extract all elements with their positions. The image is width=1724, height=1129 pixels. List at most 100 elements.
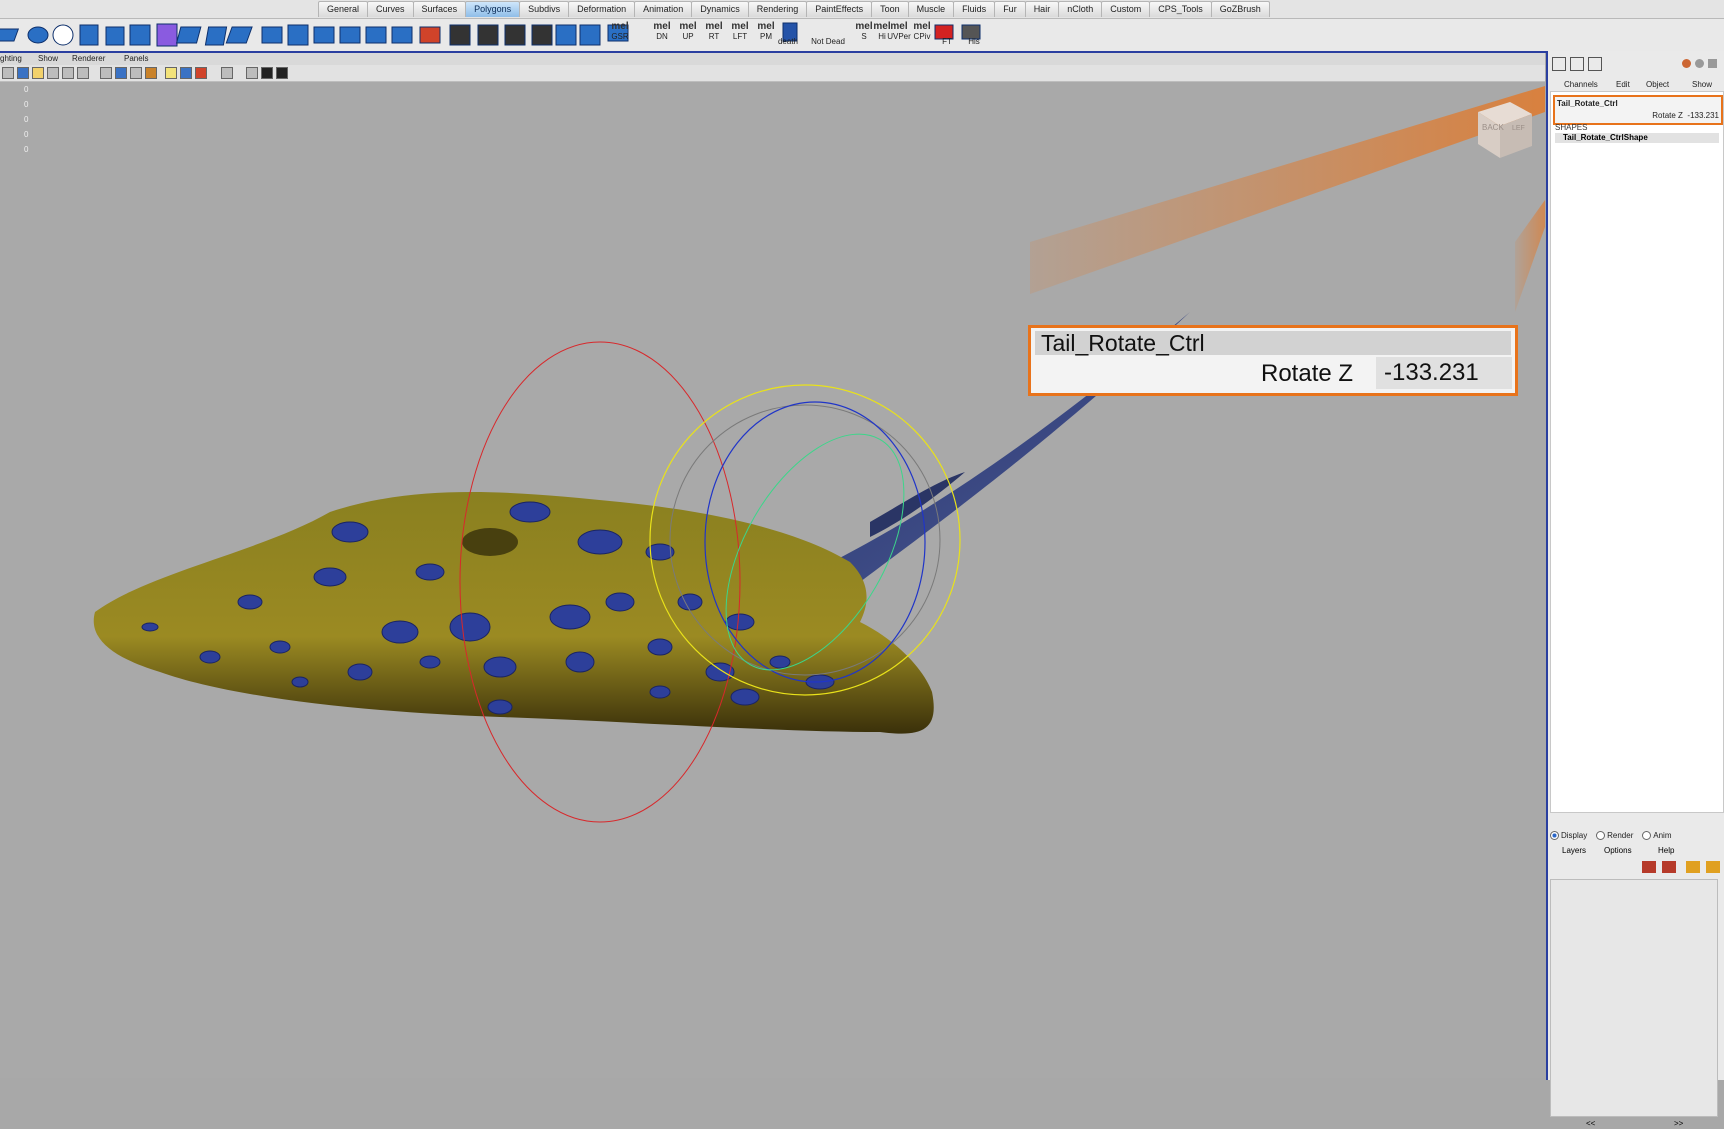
lighting-menu[interactable]: ghting [0, 54, 22, 63]
combine-icon[interactable] [365, 26, 387, 44]
poly-sphere-icon[interactable] [27, 26, 49, 44]
dn-shelf-button[interactable]: mel DN [650, 21, 674, 41]
attribute-editor-layout-icon[interactable] [1570, 57, 1584, 71]
show-menu[interactable]: Show [38, 54, 58, 63]
panels-menu[interactable]: Panels [124, 54, 148, 63]
edit-menu[interactable]: Edit [1616, 80, 1630, 89]
renderer-menu[interactable]: Renderer [72, 54, 105, 63]
anim-radio[interactable]: Anim [1642, 831, 1672, 841]
show-menu[interactable]: Show [1692, 80, 1712, 89]
wireframe-icon[interactable] [100, 67, 112, 79]
object-menu[interactable]: Object [1646, 80, 1669, 89]
checker-b-icon[interactable] [477, 24, 499, 46]
shelf-tab-curves[interactable]: Curves [367, 1, 414, 17]
wedge-icon[interactable] [204, 26, 228, 46]
shape-node-row[interactable]: Tail_Rotate_CtrlShape [1555, 133, 1719, 143]
shelf-tab-ncloth[interactable]: nCloth [1058, 1, 1103, 17]
bridge-icon[interactable] [105, 26, 125, 46]
selected-object-row[interactable]: Tail_Rotate_Ctrl Rotate Z -133.231 [1553, 95, 1723, 125]
safe-title-icon[interactable] [261, 67, 273, 79]
viewcube[interactable]: BACK LEF [1478, 102, 1532, 158]
tool-settings-layout-icon[interactable] [1588, 57, 1602, 71]
next-button[interactable]: >> [1674, 1119, 1683, 1128]
lft-shelf-button[interactable]: mel LFT [728, 21, 752, 41]
shelf-tab-painteffects[interactable]: PaintEffects [806, 1, 873, 17]
new-layer-selected-icon[interactable] [1662, 861, 1676, 873]
shelf-tab-custom[interactable]: Custom [1101, 1, 1151, 17]
shelf-tab-polygons[interactable]: Polygons [465, 1, 521, 17]
shadows-icon[interactable] [180, 67, 192, 79]
shelf-tab-subdivs[interactable]: Subdivs [519, 1, 570, 17]
key-icon[interactable] [1682, 59, 1691, 68]
bevel-icon[interactable] [175, 26, 202, 44]
bookmark-icon[interactable] [32, 67, 44, 79]
camera-attributes-icon[interactable] [17, 67, 29, 79]
up-shelf-button[interactable]: mel UP [676, 21, 700, 41]
isolate-select-icon[interactable] [221, 67, 233, 79]
options-menu[interactable]: Options [1604, 846, 1632, 855]
shelf-tab-gozbrush[interactable]: GoZBrush [1210, 1, 1270, 17]
rt-shelf-button[interactable]: mel RT [702, 21, 726, 41]
channels-menu[interactable]: Channels [1564, 80, 1598, 89]
lock-icon[interactable] [1695, 59, 1704, 68]
shelf-tab-deformation[interactable]: Deformation [568, 1, 636, 17]
help-menu[interactable]: Help [1658, 846, 1674, 855]
poly-plane-icon[interactable] [0, 28, 20, 42]
pin-icon[interactable] [1708, 59, 1717, 68]
channel-box-layout-icon[interactable] [1552, 57, 1566, 71]
xray-icon[interactable] [195, 67, 207, 79]
shelf-tab-rendering[interactable]: Rendering [747, 1, 808, 17]
uv-b-icon[interactable] [579, 24, 601, 46]
display-radio[interactable]: Display [1550, 831, 1587, 841]
prev-button[interactable]: << [1586, 1119, 1595, 1128]
append-icon[interactable] [261, 26, 283, 44]
resolution-gate-icon[interactable] [246, 67, 258, 79]
wireframe-on-shaded-icon[interactable] [130, 67, 142, 79]
viewport-3d[interactable]: 0 0 0 0 0 BACK LEF Tail_Rotate_Ctrl Rota… [0, 82, 1545, 1078]
uvper-shelf-button[interactable]: mel UVPer [885, 21, 913, 41]
layer-list[interactable] [1550, 879, 1718, 1117]
separate-icon[interactable] [391, 26, 413, 44]
shelf-tab-muscle[interactable]: Muscle [907, 1, 955, 17]
checker-a-icon[interactable] [449, 24, 471, 46]
uv-a-icon[interactable] [555, 24, 577, 46]
shelf-tab-fluids[interactable]: Fluids [953, 1, 996, 17]
smooth-icon[interactable] [339, 26, 361, 44]
shelf-tab-toon[interactable]: Toon [871, 1, 909, 17]
split-icon[interactable] [129, 24, 151, 46]
chamfer-icon[interactable] [287, 24, 309, 46]
move-down-icon[interactable] [1706, 861, 1720, 873]
shelf-tab-surfaces[interactable]: Surfaces [412, 1, 467, 17]
shelf-tab-fur[interactable]: Fur [994, 1, 1026, 17]
shelf-tab-dynamics[interactable]: Dynamics [691, 1, 749, 17]
shelf-tab-cps_tools[interactable]: CPS_Tools [1149, 1, 1212, 17]
film-gate-icon[interactable] [77, 67, 89, 79]
new-layer-icon[interactable] [1642, 861, 1656, 873]
extrude-icon[interactable] [79, 24, 99, 46]
textured-icon[interactable] [145, 67, 157, 79]
image-plane-icon[interactable] [47, 67, 59, 79]
cube-icon[interactable] [156, 23, 178, 47]
cpiv-shelf-button[interactable]: mel CPiv [910, 21, 934, 41]
rotate-z-channel[interactable]: Rotate Z -133.231 [1652, 111, 1719, 120]
attr-value[interactable]: -133.231 [1687, 111, 1719, 120]
move-pivot-icon[interactable] [419, 26, 441, 44]
layers-menu[interactable]: Layers [1562, 846, 1586, 855]
lights-icon[interactable] [165, 67, 177, 79]
move-up-icon[interactable] [1686, 861, 1700, 873]
render-radio[interactable]: Render [1596, 831, 1633, 841]
shelf-tab-animation[interactable]: Animation [634, 1, 693, 17]
checker-d-icon[interactable] [531, 24, 553, 46]
mirror-icon[interactable] [313, 26, 335, 44]
gsr-shelf-button[interactable]: mel GSR [608, 21, 632, 41]
hud-icon[interactable] [276, 67, 288, 79]
shelf-tab-hair[interactable]: Hair [1024, 1, 1060, 17]
grid-icon[interactable] [62, 67, 74, 79]
shelf-tab-general[interactable]: General [318, 1, 369, 17]
smooth-shade-icon[interactable] [115, 67, 127, 79]
camera-select-icon[interactable] [2, 67, 14, 79]
pm-shelf-button[interactable]: mel PM [754, 21, 778, 41]
checker-c-icon[interactable] [504, 24, 526, 46]
poly-torus-icon[interactable] [52, 24, 74, 46]
merge-icon[interactable] [225, 26, 253, 44]
